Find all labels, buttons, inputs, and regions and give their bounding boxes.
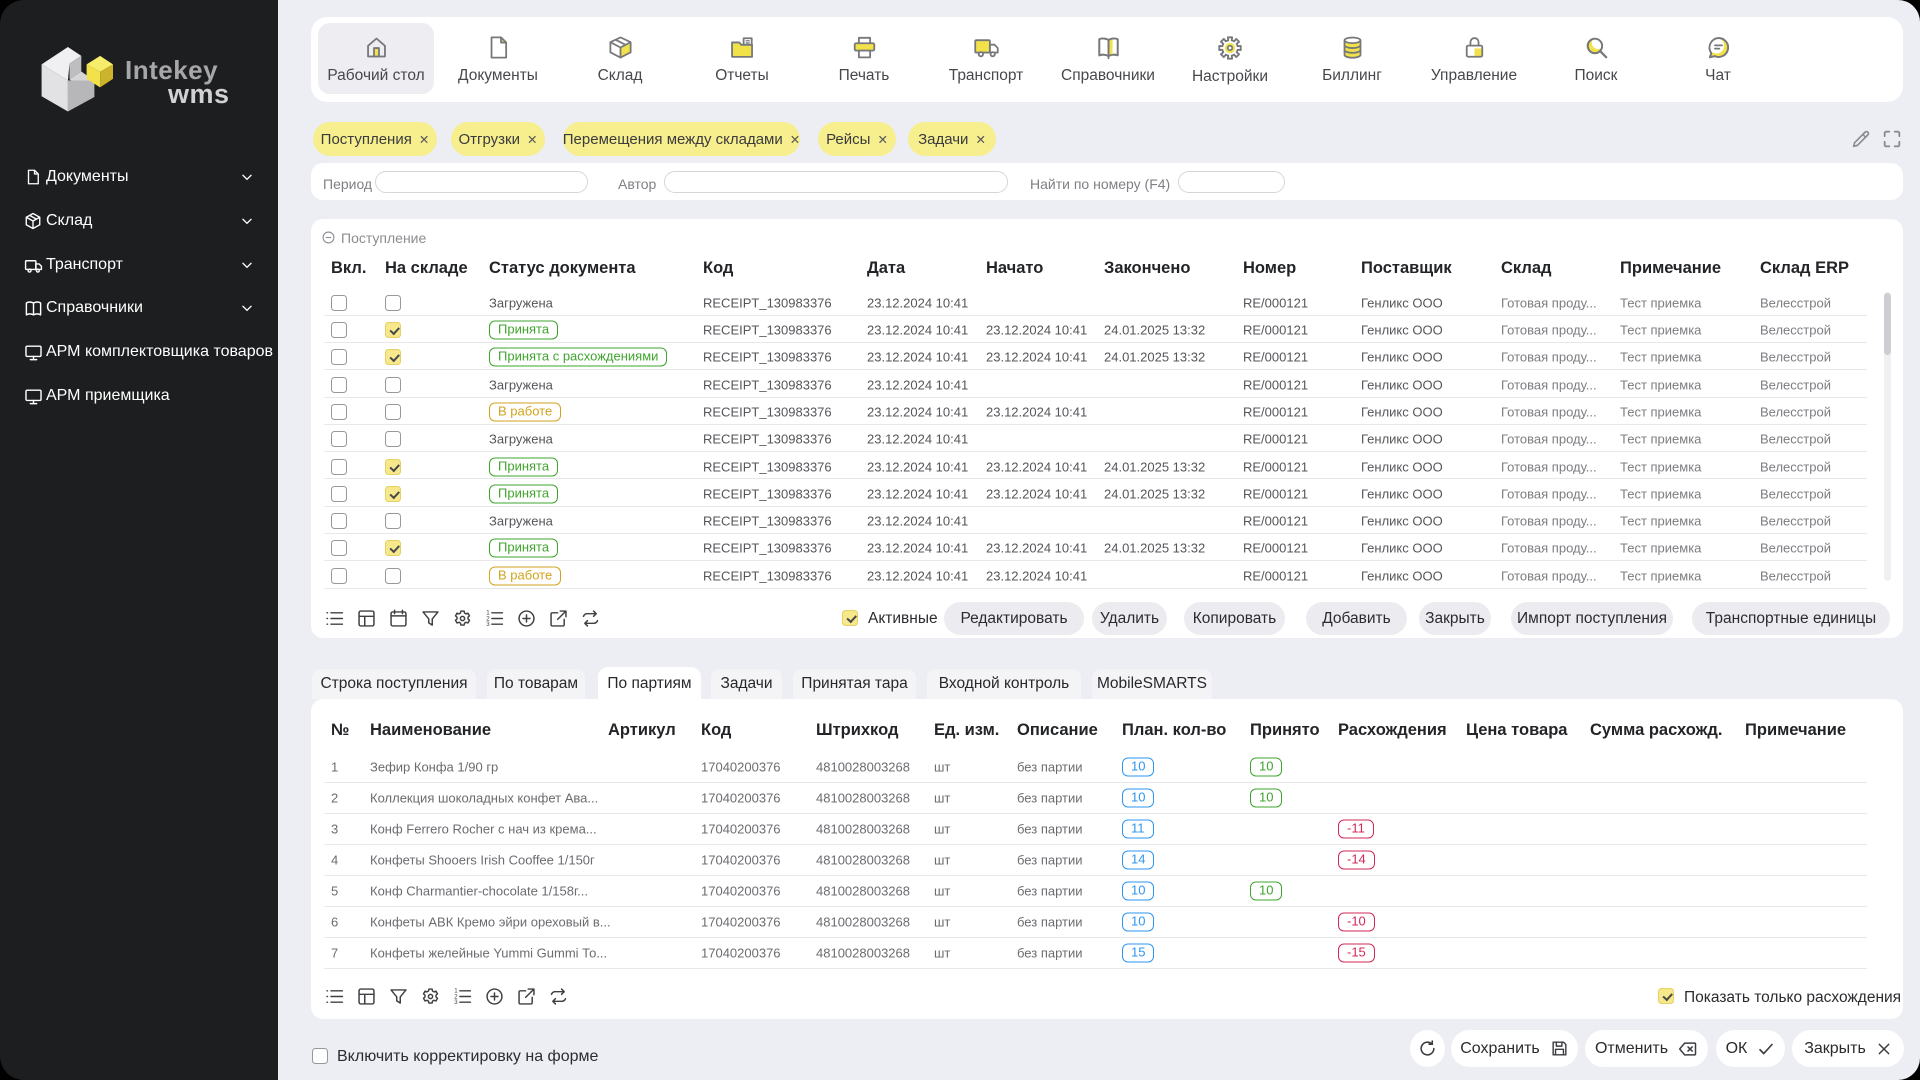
svg-text:3: 3 [486, 621, 490, 628]
svg-text:3: 3 [454, 999, 458, 1006]
